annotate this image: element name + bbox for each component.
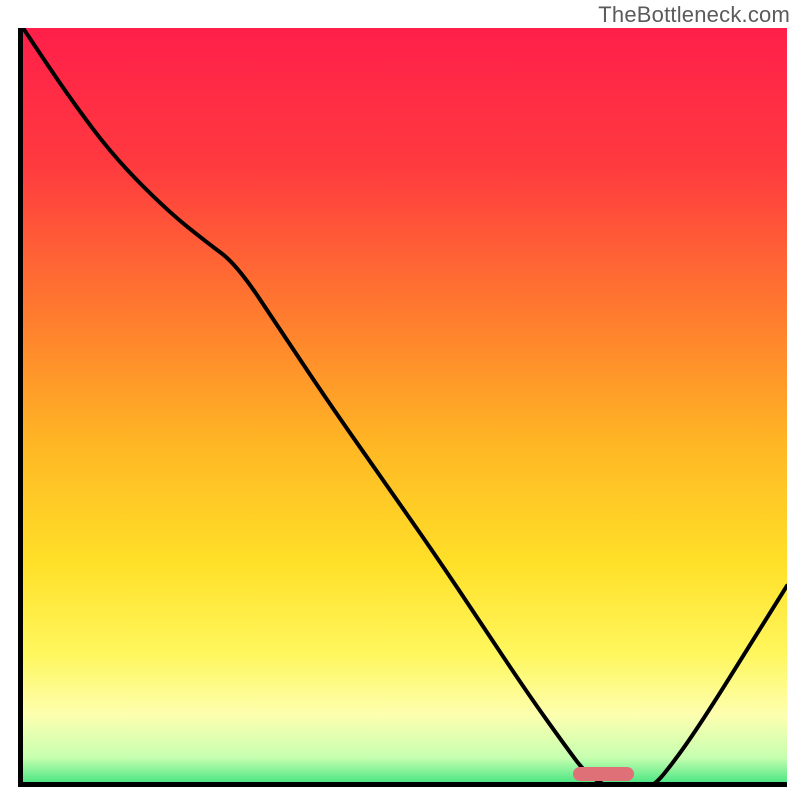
optimal-marker bbox=[573, 767, 634, 781]
watermark-text: TheBottleneck.com bbox=[598, 2, 790, 28]
chart-stage: TheBottleneck.com bbox=[0, 0, 800, 800]
bottleneck-curve bbox=[23, 28, 787, 787]
plot-area bbox=[18, 28, 787, 787]
